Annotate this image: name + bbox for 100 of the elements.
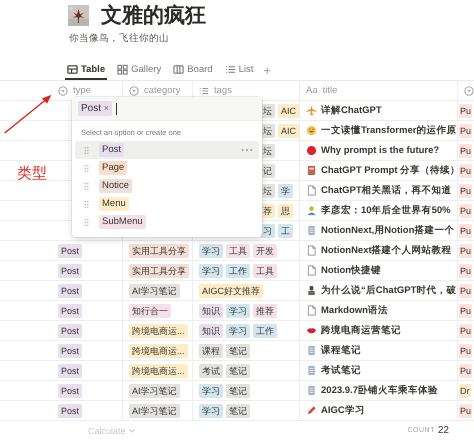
document-icon (306, 305, 317, 316)
tag: 学习 (199, 264, 223, 278)
status-tag: Pu (459, 204, 472, 218)
status-tag: Pu (459, 364, 472, 378)
row-title[interactable]: 李彦宏：10年后全世界有50% (321, 204, 451, 217)
tag: 笔记 (226, 364, 250, 378)
status-tag: Pu (459, 344, 472, 358)
option-item[interactable]: Menu (75, 195, 259, 213)
view-tab[interactable]: List (222, 61, 256, 80)
option-tag: Page (99, 161, 128, 175)
more-icon[interactable] (241, 148, 253, 152)
select-property-icon (464, 86, 474, 96)
type-tag: Post (58, 244, 82, 258)
category-tag: 知行合一 (129, 304, 171, 318)
row-title[interactable]: Why prompt is the future? (321, 145, 440, 156)
view-tab[interactable]: Gallery (115, 61, 164, 80)
row-title[interactable]: 2023.9.7卧铺火车乘车体验 (321, 384, 438, 397)
tag: 学习 (226, 324, 250, 338)
status-tag: Pu (459, 404, 472, 418)
tag: 推荐 (253, 304, 277, 318)
status-tag: Pu (459, 144, 472, 158)
tag: 笔记 (226, 384, 250, 398)
text-cursor (116, 102, 118, 114)
status-tag: Pu (459, 104, 472, 118)
tag: 开发 (253, 244, 277, 258)
view-icon (224, 64, 236, 75)
category-tag: AI学习笔记 (129, 404, 180, 418)
selected-option-tag: Post × (78, 101, 112, 116)
tag: 工具 (226, 244, 250, 258)
option-item[interactable]: Notice (75, 177, 259, 195)
type-tag: Post (58, 304, 82, 318)
notepad-icon (306, 345, 317, 356)
type-tag: Post (58, 364, 82, 378)
document-icon (306, 245, 317, 256)
status-tag: Pu (459, 264, 472, 278)
row-title[interactable]: 考试笔记 (321, 364, 361, 377)
notebook-icon (306, 165, 317, 176)
remove-button[interactable]: × (104, 103, 110, 113)
view-tab[interactable]: Board (171, 61, 215, 80)
drag-handle-icon (84, 146, 89, 154)
row-title[interactable]: ChatGPT相关黑话，再不知道 (321, 184, 452, 197)
notepad-icon (306, 365, 317, 376)
tag: 工具 (253, 264, 277, 278)
person-icon (306, 205, 317, 216)
tag: 知识 (199, 324, 223, 338)
row-title[interactable]: AIGC学习 (321, 404, 365, 417)
category-tag: AI学习笔记 (129, 384, 180, 398)
view-tab[interactable]: Table (65, 61, 108, 80)
status-tag: Pu (459, 284, 472, 298)
option-input-field[interactable]: Post × (72, 97, 262, 121)
bust-icon (306, 285, 317, 296)
row-title[interactable]: Markdown语法 (321, 304, 388, 317)
page-subtitle: 你当像鸟，飞往你的山 (68, 32, 170, 46)
drag-handle-icon (84, 164, 89, 172)
tag: 学习 (199, 384, 223, 398)
type-tag: Post (58, 324, 82, 338)
option-item[interactable]: SubMenu (75, 213, 259, 231)
option-item[interactable]: Post (75, 141, 259, 159)
category-tag: 实用工具分享 (129, 244, 189, 258)
category-tag: 跨境电商运... (129, 364, 188, 378)
tag: 课程 (199, 344, 223, 358)
drag-handle-icon (84, 218, 89, 226)
category-tag: 跨境电商运... (129, 344, 188, 358)
tag: 学 (278, 184, 293, 198)
pencil-icon (306, 405, 317, 416)
type-tag: Post (58, 384, 82, 398)
row-title[interactable]: NotionNext搭建个人网站教程 (321, 244, 452, 257)
type-tag: Post (58, 264, 82, 278)
tag: 笔记 (226, 404, 250, 418)
airplane-icon (306, 105, 317, 116)
tag: 工作 (226, 264, 250, 278)
row-title[interactable]: ChatGPT Prompt 分享（待续） (321, 164, 457, 177)
row-title[interactable]: 课程笔记 (321, 344, 361, 357)
status-tag: Pu (459, 164, 472, 178)
row-title[interactable]: Notion快捷键 (321, 264, 382, 277)
row-title[interactable]: 为什么说“后ChatGPT时代，破 (321, 284, 456, 297)
type-tag: Post (58, 404, 82, 418)
tag: AIGC好文推荐 (199, 284, 264, 298)
row-title[interactable]: 一文读懂Transformer的运作原 (321, 124, 456, 137)
document-icon (306, 265, 317, 276)
type-tag: Post (58, 344, 82, 358)
option-tag: SubMenu (99, 215, 146, 229)
status-tag: Pu (459, 244, 472, 258)
status-tag: Pu (459, 224, 472, 238)
select-property-icon (58, 86, 68, 96)
select-property-icon (129, 86, 139, 96)
count-value: 22 (438, 425, 449, 436)
category-tag: 实用工具分享 (129, 264, 189, 278)
option-item[interactable]: Page (75, 159, 259, 177)
list-property-icon (199, 86, 209, 96)
row-title[interactable]: NotionNext,用Notion搭建一个 (321, 224, 454, 237)
text-property-icon: Aa (306, 85, 318, 96)
status-tag: Pu (459, 184, 472, 198)
row-title[interactable]: 详解ChatGPT (321, 104, 382, 117)
circle-icon (306, 145, 317, 156)
tag: AIC (278, 104, 299, 118)
tag: 学习 (199, 244, 223, 258)
row-title[interactable]: 跨境电商运营笔记 (321, 324, 401, 337)
status-tag: Pu (459, 304, 472, 318)
tag: AIC (278, 124, 299, 138)
